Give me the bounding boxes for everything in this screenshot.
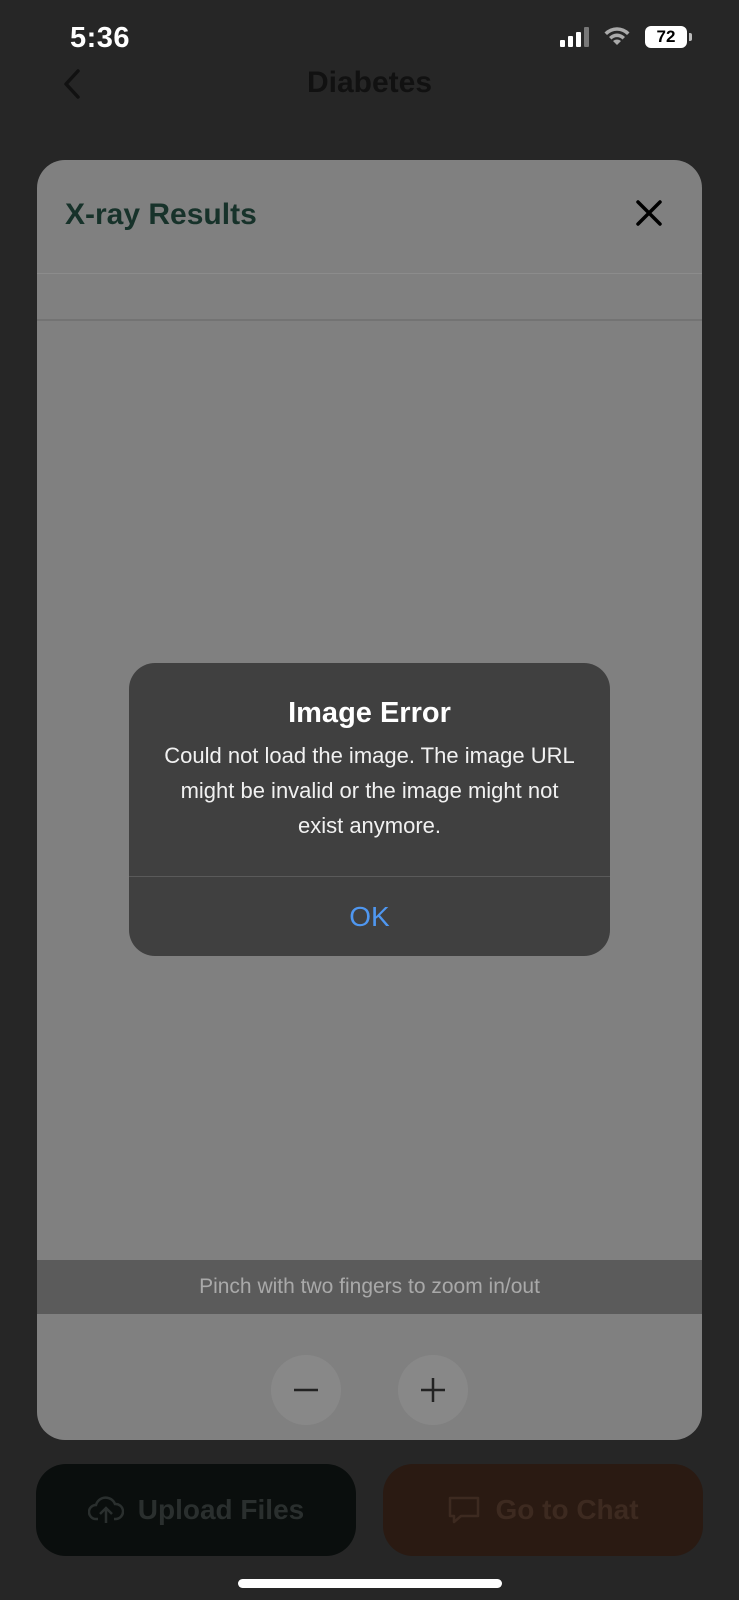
nav-title: Diabetes <box>306 66 433 99</box>
home-indicator[interactable] <box>238 1579 502 1588</box>
upload-files-label: Upload Files <box>137 1494 305 1525</box>
divider <box>37 273 702 274</box>
battery-icon: 72 <box>645 26 692 48</box>
status-time: 5:36 <box>70 22 131 54</box>
plus-icon <box>421 1378 445 1402</box>
close-icon <box>636 200 662 226</box>
zoom-hint-text: Pinch with two fingers to zoom in/out <box>199 1275 540 1298</box>
ok-button[interactable]: OK <box>129 877 610 956</box>
battery-level: 72 <box>656 27 676 46</box>
go-to-chat-button[interactable]: Go to Chat <box>383 1464 703 1556</box>
signal-icon <box>560 27 589 47</box>
alert-title: Image Error <box>288 697 451 729</box>
upload-files-button[interactable]: Upload Files <box>36 1464 356 1556</box>
status-indicators: 72 <box>560 26 692 48</box>
minus-icon <box>294 1388 318 1392</box>
chat-bubble-icon <box>449 1496 480 1524</box>
zoom-hint: Pinch with two fingers to zoom in/out <box>37 1260 702 1314</box>
close-button[interactable] <box>632 196 666 230</box>
sheet-title: X-ray Results <box>65 198 257 231</box>
cloud-upload-icon <box>87 1496 124 1523</box>
alert-message: Could not load the image. The image URL … <box>164 743 575 838</box>
zoom-out-button[interactable] <box>271 1355 341 1425</box>
zoom-in-button[interactable] <box>398 1355 468 1425</box>
image-error-alert: Image Error Could not load the image. Th… <box>129 663 610 956</box>
wifi-icon <box>604 27 630 45</box>
go-to-chat-label: Go to Chat <box>495 1494 639 1525</box>
